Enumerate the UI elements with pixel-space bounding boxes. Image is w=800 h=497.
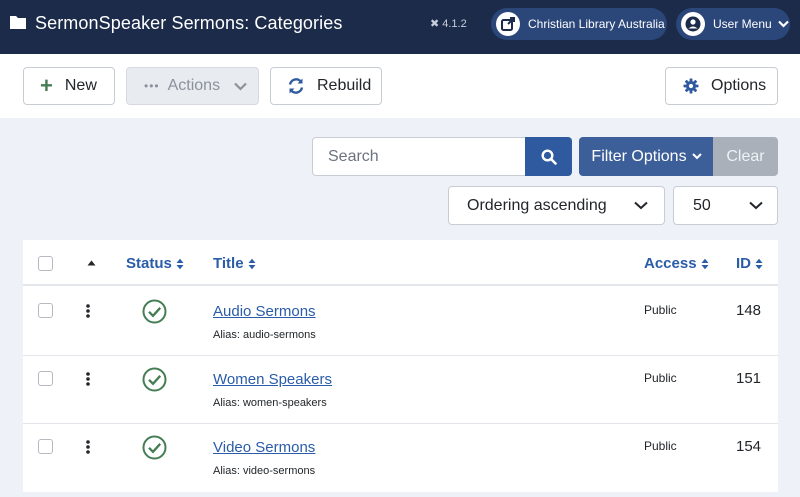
drag-handle-icon[interactable] [86,304,90,318]
plus-icon: + [40,73,53,98]
categories-table: Status Title Access ID Audio Sermons Ali… [23,240,778,492]
select-all-checkbox[interactable] [38,256,53,271]
user-menu-button[interactable]: User Menu [676,8,790,40]
filter-options-button[interactable]: Filter Options [579,137,714,176]
category-access: Public [644,303,677,317]
chevron-down-icon [691,153,702,160]
version-number: 4.1.2 [442,18,467,30]
category-alias: Alias: video-sermons [213,465,316,477]
category-id: 154 [736,438,762,455]
actions-label: Actions [167,77,221,94]
published-check-icon[interactable] [142,435,167,460]
refresh-icon [287,77,305,95]
sort-icon [755,258,763,270]
search-input[interactable]: Search [312,137,526,176]
row-checkbox[interactable] [38,439,53,454]
chevron-down-icon [777,20,789,28]
caret-up-icon[interactable] [87,260,96,266]
list-limit-select[interactable]: 50 [673,186,778,225]
table-header: Status Title Access ID [23,240,778,286]
drag-handle-icon[interactable] [86,440,90,454]
search-button[interactable] [525,137,572,176]
site-link-button[interactable]: Christian Library Australia [491,8,667,40]
row-checkbox[interactable] [38,303,53,318]
column-title[interactable]: Title [213,255,256,272]
table-row: Video Sermons Alias: video-sermons Publi… [23,424,778,492]
chevron-down-icon [234,82,247,91]
user-menu-label: User Menu [713,17,772,31]
options-button[interactable]: Options [665,67,778,105]
actions-dropdown[interactable]: ••• Actions [126,67,259,105]
column-access[interactable]: Access [644,255,709,272]
toolbar: + New ••• Actions Rebuild Options [0,54,800,118]
drag-handle-icon[interactable] [86,372,90,386]
sort-icon [701,258,709,270]
sort-icon [248,258,256,270]
category-id: 148 [736,302,762,319]
row-checkbox[interactable] [38,371,53,386]
category-title-link[interactable]: Video Sermons [213,439,315,456]
new-button[interactable]: + New [23,67,115,105]
column-status-label: Status [126,255,172,272]
gear-icon [683,78,699,94]
sort-icon [176,258,184,270]
chevron-down-icon [749,201,763,210]
column-id[interactable]: ID [736,255,763,272]
chevron-down-icon [634,201,648,210]
published-check-icon[interactable] [142,367,167,392]
user-icon [681,12,705,36]
table-row: Audio Sermons Alias: audio-sermons Publi… [23,288,778,356]
top-header: SermonSpeaker Sermons: Categories ✖ 4.1.2… [0,0,800,54]
joomla-icon: ✖ [430,18,440,30]
category-id: 151 [736,370,762,387]
column-id-label: ID [736,255,751,272]
published-check-icon[interactable] [142,299,167,324]
rebuild-button[interactable]: Rebuild [270,67,382,105]
column-title-label: Title [213,255,244,272]
new-label: New [64,77,97,94]
page-title: SermonSpeaker Sermons: Categories [35,13,343,33]
filter-options-label: Filter Options [591,147,687,165]
rebuild-label: Rebuild [317,77,372,94]
external-link-icon [496,12,520,36]
ordering-select[interactable]: Ordering ascending [448,186,665,225]
joomla-version: ✖ 4.1.2 [430,17,467,30]
category-alias: Alias: audio-sermons [213,329,316,341]
search-icon [540,148,557,165]
ellipsis-icon: ••• [144,79,160,93]
clear-button[interactable]: Clear [713,137,778,176]
category-title-link[interactable]: Women Speakers [213,371,332,388]
site-link-label: Christian Library Australia [528,17,665,31]
category-alias: Alias: women-speakers [213,397,327,409]
column-status[interactable]: Status [126,255,184,272]
category-title-link[interactable]: Audio Sermons [213,303,316,320]
ordering-value: Ordering ascending [467,196,607,214]
category-access: Public [644,439,677,453]
table-row: Women Speakers Alias: women-speakers Pub… [23,356,778,424]
category-access: Public [644,371,677,385]
folder-icon [10,16,26,29]
column-access-label: Access [644,255,697,272]
list-limit-value: 50 [693,196,711,214]
options-label: Options [711,77,767,94]
